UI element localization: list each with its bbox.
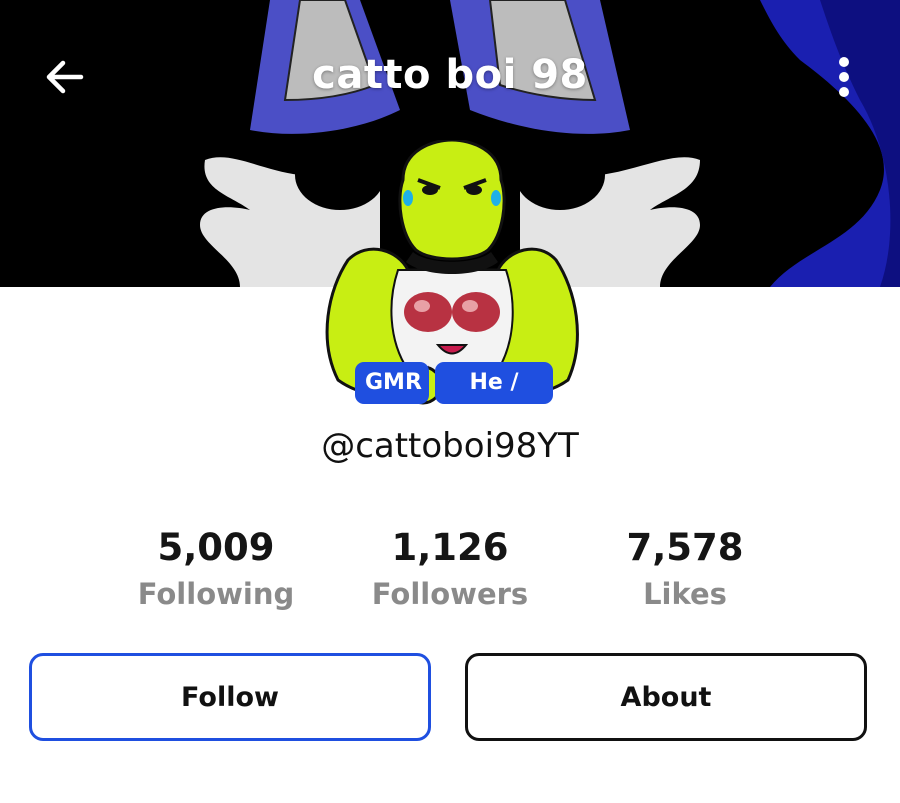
stat-label: Following — [137, 577, 295, 611]
stat-value: 1,126 — [391, 526, 509, 569]
page-title: catto boi 98 — [312, 52, 588, 98]
stat-likes[interactable]: 7,578 Likes — [570, 526, 800, 611]
username-handle: @cattoboi98YT — [321, 426, 579, 466]
stat-value: 7,578 — [626, 526, 744, 569]
stat-label: Followers — [371, 577, 529, 611]
about-button[interactable]: About — [465, 653, 867, 741]
more-vertical-icon — [839, 57, 849, 97]
more-options-button[interactable] — [822, 50, 866, 104]
profile-stats: 5,009 Following 1,126 Followers 7,578 Li… — [0, 526, 900, 626]
badge-pronouns[interactable]: He / Him — [435, 362, 553, 437]
stat-following[interactable]: 5,009 Following — [101, 526, 331, 611]
stat-value: 5,009 — [157, 526, 275, 569]
top-bar: catto boi 98 — [0, 0, 900, 150]
stat-followers[interactable]: 1,126 Followers — [335, 526, 565, 611]
follow-button[interactable]: Follow — [29, 653, 431, 741]
badge-gmr[interactable]: GMR — [355, 362, 429, 404]
stat-label: Likes — [643, 577, 727, 611]
profile-badges: GMR He / Him — [0, 362, 900, 437]
